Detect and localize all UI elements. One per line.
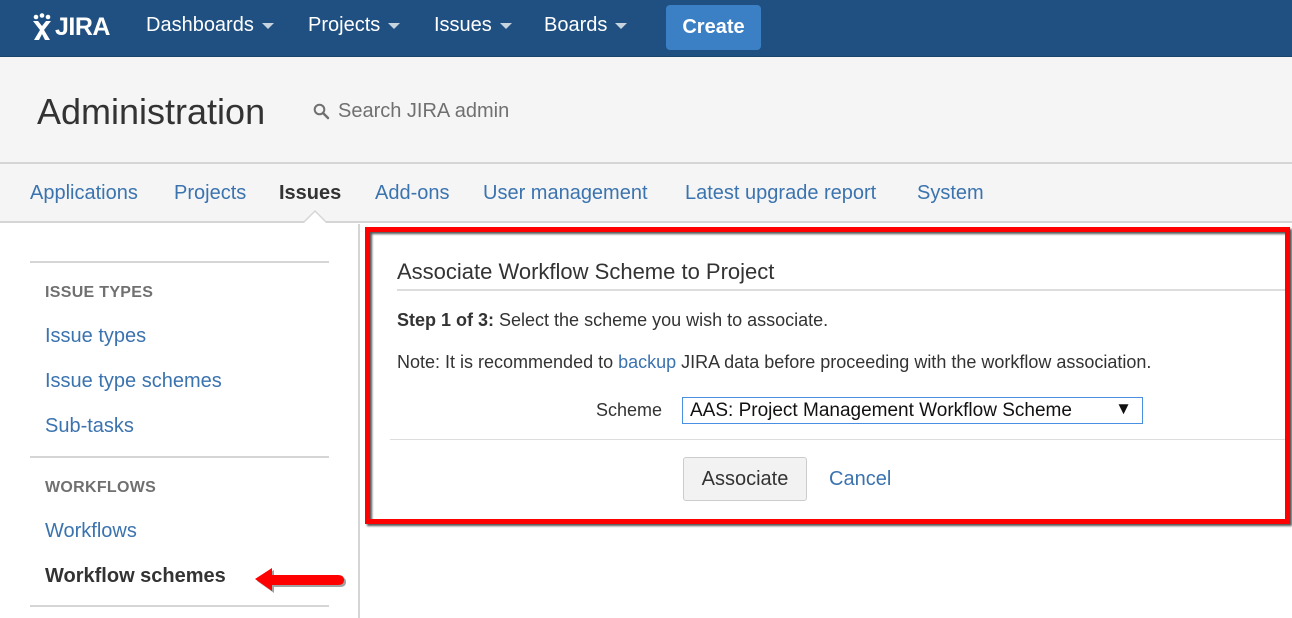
nav-label: Projects [308, 14, 381, 36]
jira-logo-icon [33, 13, 51, 40]
scheme-select[interactable]: AAS: Project Management Workflow Scheme … [682, 397, 1143, 424]
annotation-arrow-icon [255, 568, 346, 593]
backup-note: Note: It is recommended to backup JIRA d… [397, 352, 1151, 373]
scheme-selected-value: AAS: Project Management Workflow Scheme [690, 399, 1072, 421]
sidebar-heading-issue-types: ISSUE TYPES [45, 284, 154, 301]
associate-button[interactable]: Associate [683, 457, 807, 501]
step-description: Select the scheme you wish to associate. [494, 310, 829, 330]
sidebar-item-sub-tasks[interactable]: Sub-tasks [45, 415, 134, 438]
chevron-down-icon [261, 22, 274, 29]
note-suffix: JIRA data before proceeding with the wor… [676, 352, 1152, 372]
nav-projects[interactable]: Projects [308, 14, 401, 37]
sidebar-separator [30, 261, 329, 263]
backup-link[interactable]: backup [618, 352, 676, 372]
scheme-label: Scheme [596, 400, 663, 420]
chevron-down-icon [499, 22, 512, 29]
tab-applications[interactable]: Applications [30, 182, 138, 205]
tab-issues[interactable]: Issues [279, 182, 341, 205]
form-divider [390, 439, 1285, 440]
jira-logo[interactable]: JIRA [31, 10, 110, 44]
nav-label: Boards [544, 14, 608, 36]
tab-user-management[interactable]: User management [483, 182, 648, 205]
page-title: Administration [37, 91, 266, 132]
nav-issues[interactable]: Issues [434, 14, 512, 37]
nav-dashboards[interactable]: Dashboards [146, 14, 274, 37]
panel-divider [397, 289, 1285, 291]
sidebar-divider [358, 224, 360, 618]
search-icon [313, 103, 330, 120]
chevron-down-icon [388, 22, 401, 29]
step-label: Step 1 of 3: [397, 310, 495, 330]
sidebar-item-issue-type-schemes[interactable]: Issue type schemes [45, 370, 222, 393]
step-indicator: Step 1 of 3: Select the scheme you wish … [397, 310, 828, 331]
sidebar-item-workflows[interactable]: Workflows [45, 520, 137, 543]
nav-boards[interactable]: Boards [544, 14, 628, 37]
tab-latest-upgrade-report[interactable]: Latest upgrade report [685, 182, 876, 205]
dropdown-arrow-icon: ▼ [1115, 399, 1132, 418]
nav-label: Dashboards [146, 14, 254, 36]
cancel-link[interactable]: Cancel [829, 468, 891, 491]
tab-system[interactable]: System [917, 182, 984, 205]
top-navigation-bar: JIRA Dashboards Projects Issues Boards C… [0, 0, 1292, 57]
nav-label: Issues [434, 14, 492, 36]
sidebar-separator [30, 605, 329, 607]
chevron-down-icon [615, 22, 628, 29]
sidebar-item-workflow-schemes[interactable]: Workflow schemes [45, 565, 226, 588]
admin-header: Administration Search JIRA admin [0, 57, 1292, 164]
sidebar-heading-workflows: WORKFLOWS [45, 479, 157, 496]
tab-add-ons[interactable]: Add-ons [375, 182, 450, 205]
note-prefix: Note: It is recommended to [397, 352, 619, 372]
logo-text: JIRA [55, 12, 110, 41]
tab-projects[interactable]: Projects [174, 182, 246, 205]
panel-title: Associate Workflow Scheme to Project [397, 259, 775, 284]
admin-tabs: Applications Projects Issues Add-ons Use… [0, 164, 1292, 223]
sidebar-separator [30, 456, 329, 458]
create-button[interactable]: Create [666, 5, 761, 50]
search-placeholder: Search JIRA admin [338, 100, 510, 122]
admin-search-input[interactable]: Search JIRA admin [313, 100, 509, 123]
sidebar-item-issue-types[interactable]: Issue types [45, 325, 146, 348]
